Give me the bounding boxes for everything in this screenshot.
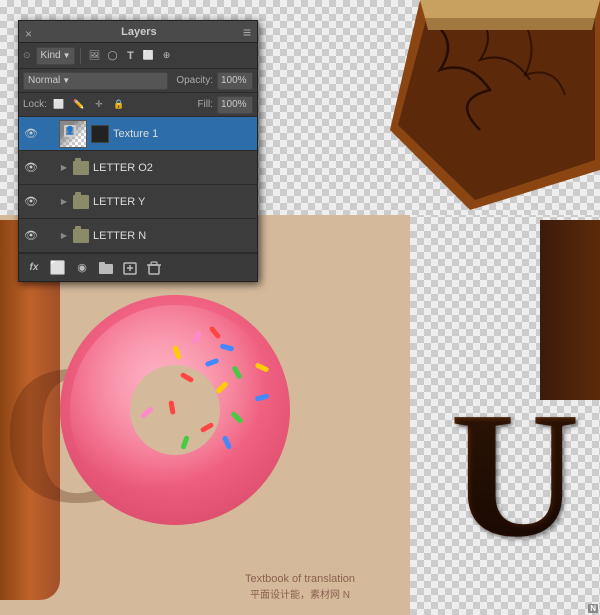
layer-row-texture1[interactable]: 👁 👤 Texture 1	[19, 117, 257, 151]
panel-toolbar: fx ⬜ ◉	[19, 253, 257, 281]
layer-row-letter-y[interactable]: 👁 ▶ LETTER Y	[19, 185, 257, 219]
layer-thumb-texture1: 👤	[59, 120, 87, 148]
eye-icon-letter-y[interactable]: 👁	[23, 194, 39, 210]
chain-icon-letter-y	[43, 194, 55, 210]
donut-image	[60, 295, 290, 525]
layers-panel: × Layers ≡ ⊙ Kind ▼ 🖼 ◯ T ⬜ ⊕ Normal ▼ O…	[18, 20, 258, 282]
filter-icon-image[interactable]: 🖼	[86, 48, 102, 64]
mode-opacity-row: Normal ▼ Opacity: 100%	[19, 69, 257, 93]
eye-icon-letter-o2[interactable]: 👁	[23, 160, 39, 176]
filter-separator	[80, 48, 81, 64]
add-adjustment-button[interactable]: ◉	[71, 257, 93, 279]
layer-name-letter-o2: LETTER O2	[93, 162, 253, 174]
new-layer-button[interactable]	[119, 257, 141, 279]
lock-row: Lock: ⬜ ✏️ ✛ 🔒 Fill: 100%	[19, 93, 257, 117]
filter-icon-text[interactable]: T	[122, 48, 138, 64]
filter-icons: 🖼 ◯ T ⬜ ⊕	[86, 48, 174, 64]
lock-transparent-btn[interactable]: ⬜	[51, 97, 67, 113]
panel-title: Layers	[121, 26, 156, 38]
opacity-input[interactable]: 100%	[217, 72, 253, 90]
n-badge: N	[588, 604, 598, 613]
thumb-person-icon: 👤	[64, 125, 76, 137]
kind-dropdown[interactable]: Kind ▼	[36, 47, 76, 65]
filter-icon-smart[interactable]: ⊕	[158, 48, 174, 64]
filter-label: ⊙	[23, 50, 31, 61]
cake-slice-image	[370, 0, 600, 215]
lock-image-btn[interactable]: ✏️	[71, 97, 87, 113]
choco-right	[540, 220, 600, 400]
fill-label: Fill:	[197, 99, 213, 110]
group-arrow-letter-o2[interactable]: ▶	[59, 160, 69, 176]
group-arrow-letter-y[interactable]: ▶	[59, 194, 69, 210]
eye-icon-letter-n[interactable]: 👁	[23, 228, 39, 244]
group-arrow-letter-n[interactable]: ▶	[59, 228, 69, 244]
panel-menu-icon[interactable]: ≡	[243, 24, 251, 40]
filter-icon-shape[interactable]: ⬜	[140, 48, 156, 64]
layer-mask-thumb-texture1	[91, 125, 109, 143]
layer-name-letter-y: LETTER Y	[93, 196, 253, 208]
chain-icon-letter-o2	[43, 160, 55, 176]
lock-label: Lock:	[23, 99, 47, 110]
new-group-button[interactable]	[95, 257, 117, 279]
layer-row-letter-n[interactable]: 👁 ▶ LETTER N	[19, 219, 257, 253]
watermark2-text: 平面设计能，素材网 N	[250, 586, 350, 601]
add-mask-button[interactable]: ⬜	[47, 257, 69, 279]
chain-icon-letter-n	[43, 228, 55, 244]
eye-icon-texture1[interactable]: 👁	[23, 126, 39, 142]
letter-u-text: U	[450, 385, 580, 565]
trash-icon	[147, 261, 161, 275]
new-layer-icon	[123, 261, 137, 275]
blend-mode-dropdown[interactable]: Normal ▼	[23, 72, 168, 90]
filter-row: ⊙ Kind ▼ 🖼 ◯ T ⬜ ⊕	[19, 43, 257, 69]
layer-row-letter-o2[interactable]: 👁 ▶ LETTER O2	[19, 151, 257, 185]
layer-name-texture1: Texture 1	[113, 128, 253, 140]
folder-icon-letter-y	[73, 195, 89, 209]
folder-icon	[99, 261, 113, 275]
layer-name-letter-n: LETTER N	[93, 230, 253, 242]
fx-button[interactable]: fx	[23, 257, 45, 279]
panel-close-button[interactable]: ×	[25, 27, 35, 37]
panel-titlebar: × Layers ≡	[19, 21, 257, 43]
watermark-text: Textbook of translation	[245, 573, 355, 585]
lock-position-btn[interactable]: ✛	[91, 97, 107, 113]
folder-icon-letter-n	[73, 229, 89, 243]
filter-icon-adjustment[interactable]: ◯	[104, 48, 120, 64]
folder-icon-letter-o2	[73, 161, 89, 175]
chain-icon-texture1	[43, 126, 55, 142]
opacity-label: Opacity:	[176, 75, 213, 86]
delete-layer-button[interactable]	[143, 257, 165, 279]
fill-input[interactable]: 100%	[217, 96, 253, 114]
lock-all-btn[interactable]: 🔒	[111, 97, 127, 113]
